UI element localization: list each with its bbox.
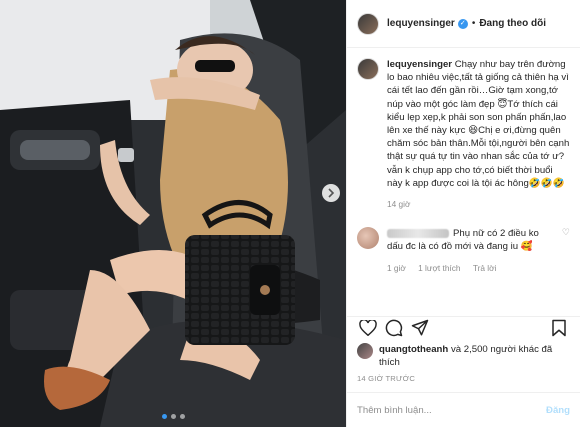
caption-text: Chạy như bay trên đường lo bao nhiêu việ… xyxy=(387,59,570,189)
post-side-panel: lequyensinger ✓ • Đang theo dõi lequyens… xyxy=(346,0,580,427)
comment-time[interactable]: 1 giờ xyxy=(387,263,406,273)
save-bookmark-icon[interactable] xyxy=(548,317,570,339)
add-comment-input[interactable] xyxy=(357,404,547,416)
post-comment-button[interactable]: Đăng xyxy=(546,405,570,416)
comment-likes[interactable]: 1 lượt thích xyxy=(418,263,460,273)
reply-button[interactable]: Trả lời xyxy=(473,263,497,273)
caption-comment: lequyensinger Chạy như bay trên đường lo… xyxy=(357,58,570,211)
caption-username[interactable]: lequyensinger xyxy=(387,59,452,70)
comment-like-heart-icon[interactable]: ♡ xyxy=(562,227,570,275)
caption-time[interactable]: 14 giờ xyxy=(387,199,410,209)
post-actions xyxy=(347,316,580,338)
carousel-dot xyxy=(170,414,176,419)
author-username[interactable]: lequyensinger xyxy=(387,18,455,29)
likes-summary: quangtotheanh và 2,500 người khác đã thí… xyxy=(357,343,570,369)
add-comment-bar: Đăng xyxy=(347,392,580,427)
carousel-dot xyxy=(179,414,185,419)
following-button[interactable]: Đang theo dõi xyxy=(479,18,546,29)
comments-list[interactable]: lequyensinger Chạy như bay trên đường lo… xyxy=(347,58,580,308)
post-time-ago[interactable]: 14 GIỜ TRƯỚC xyxy=(357,374,415,383)
verified-check-icon: ✓ xyxy=(457,18,468,29)
blurred-username xyxy=(387,229,449,239)
header-separator: • xyxy=(471,18,476,29)
carousel-dots xyxy=(0,414,346,419)
commenter-avatar[interactable] xyxy=(357,227,379,250)
author-avatar[interactable] xyxy=(357,58,379,80)
share-paper-plane-icon[interactable] xyxy=(409,317,431,339)
list-item: Phụ nữ có 2 điều ko dấu đc là có đồ mới … xyxy=(357,227,570,275)
author-avatar[interactable] xyxy=(357,12,379,35)
liker-username[interactable]: quangtotheanh xyxy=(379,344,448,355)
liker-avatar[interactable] xyxy=(357,343,373,359)
photo-illustration xyxy=(0,0,346,427)
next-photo-arrow-icon[interactable] xyxy=(322,184,340,202)
post-photo[interactable] xyxy=(0,0,346,427)
comment-bubble-icon[interactable] xyxy=(383,317,405,339)
like-heart-icon[interactable] xyxy=(357,317,379,339)
post-header: lequyensinger ✓ • Đang theo dõi xyxy=(347,0,580,48)
carousel-dot xyxy=(161,414,167,419)
